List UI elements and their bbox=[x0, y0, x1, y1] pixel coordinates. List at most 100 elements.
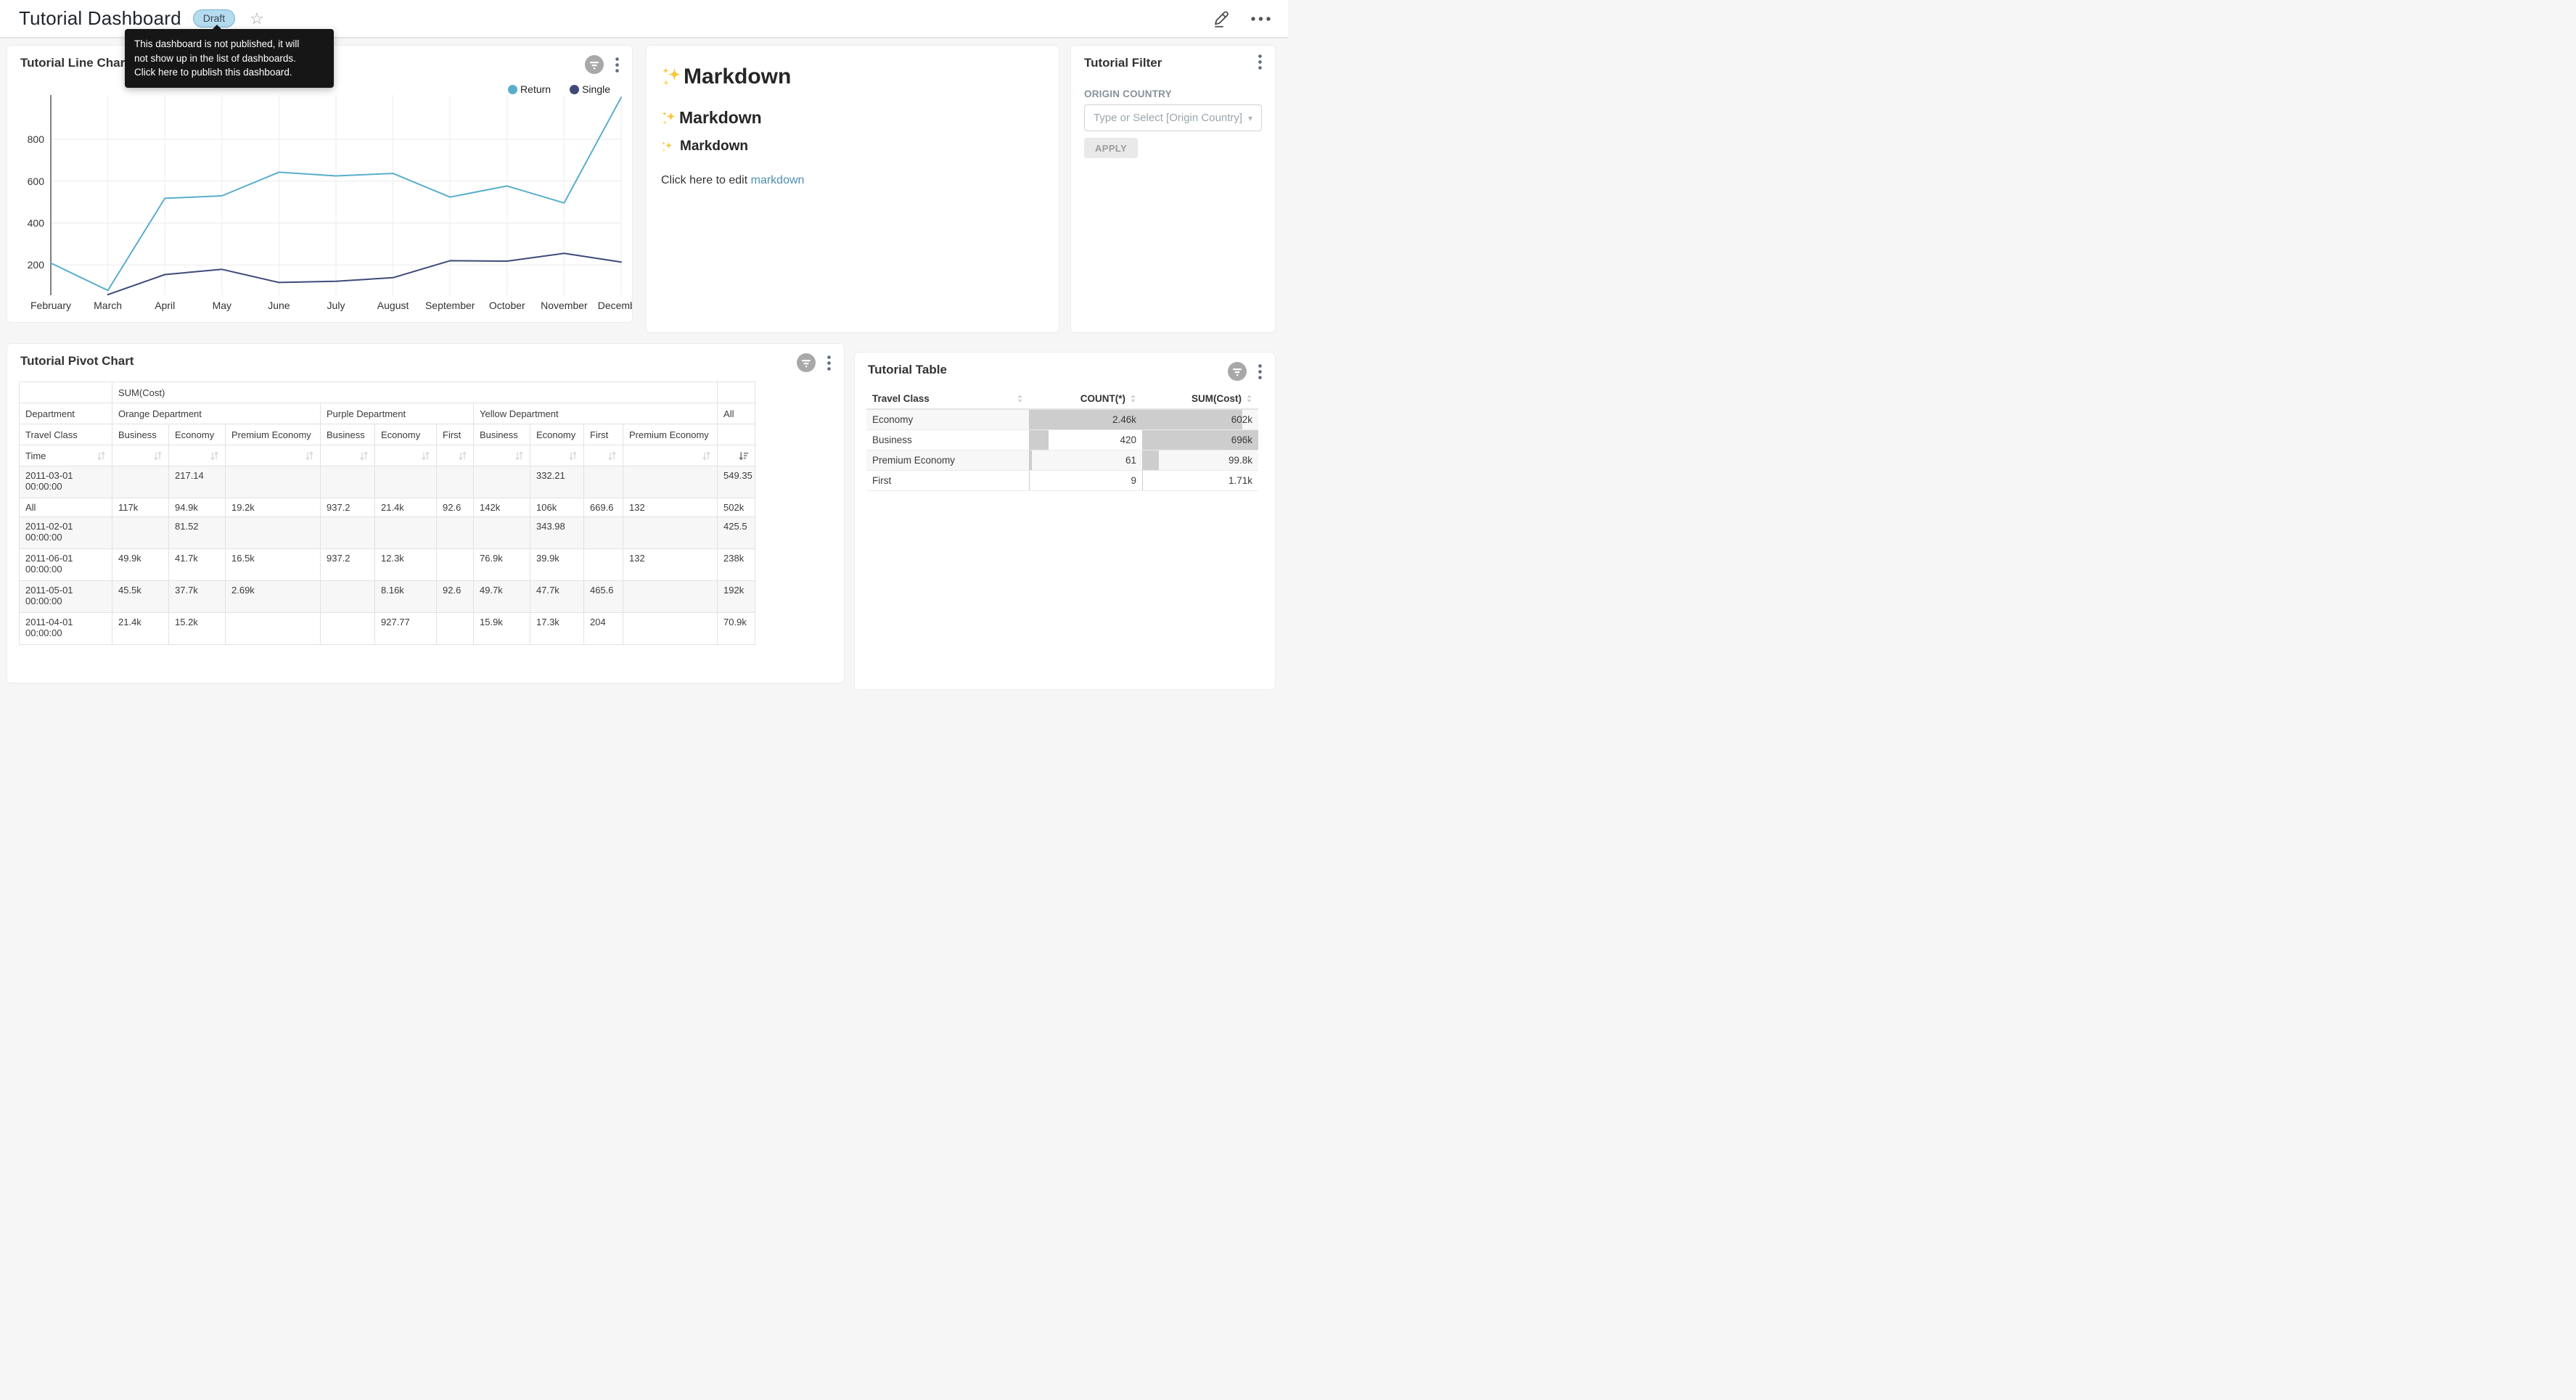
sort-icon[interactable] bbox=[210, 451, 219, 461]
value-bar bbox=[1029, 430, 1049, 450]
legend-item-single[interactable]: Single bbox=[570, 83, 610, 95]
pivot-cell bbox=[623, 613, 718, 645]
table-row: Premium Economy6199.8k bbox=[866, 450, 1258, 470]
pivot-sort-cell bbox=[530, 445, 584, 466]
tooltip-line: Click here to publish this dashboard. bbox=[134, 65, 324, 80]
pivot-cell bbox=[623, 466, 718, 498]
y-axis-label: 800 bbox=[28, 133, 45, 145]
sparkles-icon bbox=[661, 110, 677, 126]
pivot-cell bbox=[474, 517, 530, 549]
apply-button[interactable]: APPLY bbox=[1084, 138, 1138, 158]
sort-icon[interactable] bbox=[607, 451, 617, 461]
pivot-cell: 465.6 bbox=[584, 581, 623, 613]
sort-icon[interactable] bbox=[568, 451, 578, 461]
sort-icon[interactable] bbox=[97, 451, 106, 461]
pivot-cell bbox=[623, 581, 718, 613]
sort-icon[interactable] bbox=[702, 451, 711, 461]
markdown-edit-link[interactable]: markdown bbox=[751, 174, 805, 186]
column-header-travel-class[interactable]: Travel Class bbox=[866, 389, 1029, 409]
pivot-cell: 502k bbox=[718, 498, 755, 517]
x-axis-label: July bbox=[327, 300, 345, 311]
pivot-cell bbox=[437, 613, 474, 645]
pivot-cell bbox=[321, 581, 375, 613]
pivot-cell bbox=[437, 466, 474, 498]
pivot-header-cell: Business bbox=[474, 424, 530, 445]
kebab-menu-icon[interactable] bbox=[1258, 54, 1262, 70]
cell-travel-class: First bbox=[866, 470, 1029, 490]
sparkles-icon bbox=[661, 66, 683, 88]
edit-pencil-icon[interactable] bbox=[1213, 9, 1231, 28]
sort-icon[interactable] bbox=[514, 451, 524, 461]
pivot-cell: 94.9k bbox=[169, 498, 226, 517]
pivot-cell: 343.98 bbox=[530, 517, 584, 549]
table-row: Economy2.46k602k bbox=[866, 409, 1258, 429]
filter-indicator-icon[interactable] bbox=[796, 353, 816, 373]
pivot-row: 2011-02-0100:00:0081.52343.98425.5 bbox=[20, 517, 755, 549]
pivot-cell: 70.9k bbox=[718, 613, 755, 645]
y-axis-label: 600 bbox=[28, 176, 45, 187]
column-header-sum-cost[interactable]: SUM(Cost) bbox=[1142, 389, 1258, 409]
sort-caret-icon[interactable] bbox=[1017, 394, 1023, 403]
pivot-cell: 669.6 bbox=[584, 498, 623, 517]
panel-title: Tutorial Filter bbox=[1084, 56, 1162, 70]
value-bar bbox=[1029, 471, 1030, 490]
value-bar bbox=[1142, 410, 1242, 429]
markdown-h1-text: Markdown bbox=[684, 65, 791, 89]
sort-icon[interactable] bbox=[421, 451, 430, 461]
ellipsis-icon[interactable] bbox=[1251, 17, 1271, 21]
kebab-menu-icon[interactable] bbox=[827, 355, 831, 371]
markdown-paragraph: Click here to edit markdown bbox=[661, 174, 1044, 187]
pivot-cell: 132 bbox=[623, 498, 718, 517]
pivot-metric-header: SUM(Cost) bbox=[112, 382, 718, 403]
chevron-down-icon: ▾ bbox=[1244, 113, 1252, 123]
pivot-cell: 37.7k bbox=[169, 581, 226, 613]
pivot-sort-cell bbox=[169, 445, 226, 466]
pivot-cell: 15.9k bbox=[474, 613, 530, 645]
table-row: Business420696k bbox=[866, 429, 1258, 450]
sort-desc-icon[interactable] bbox=[738, 451, 749, 461]
chart-legend: Return Single bbox=[508, 83, 610, 95]
sort-icon[interactable] bbox=[359, 451, 369, 461]
kebab-menu-icon[interactable] bbox=[1258, 364, 1262, 379]
origin-country-select[interactable]: Type or Select [Origin Country] ▾ bbox=[1084, 104, 1262, 131]
pivot-row-label: 2011-04-0100:00:00 bbox=[20, 613, 112, 645]
pivot-sort-cell bbox=[718, 445, 755, 466]
pivot-cell: 92.6 bbox=[437, 498, 474, 517]
sort-caret-icon[interactable] bbox=[1246, 394, 1252, 403]
pivot-row: 2011-03-0100:00:00217.14332.21549.35 bbox=[20, 466, 755, 498]
cell-travel-class: Business bbox=[866, 429, 1029, 450]
pivot-sort-cell bbox=[623, 445, 718, 466]
cell-count: 2.46k bbox=[1029, 409, 1142, 429]
sparkles-icon bbox=[661, 141, 673, 153]
filter-indicator-icon[interactable] bbox=[1227, 361, 1247, 382]
pivot-cell: 15.2k bbox=[169, 613, 226, 645]
legend-item-return[interactable]: Return bbox=[508, 83, 551, 95]
pivot-cell: 117k bbox=[112, 498, 169, 517]
pivot-sort-cell bbox=[474, 445, 530, 466]
pivot-cell bbox=[112, 466, 169, 498]
sort-caret-icon[interactable] bbox=[1130, 394, 1136, 403]
panel-markdown: Markdown Markdown Markdown Click here to… bbox=[646, 45, 1059, 333]
sort-icon[interactable] bbox=[305, 451, 314, 461]
pivot-cell: 937.2 bbox=[321, 549, 375, 581]
panel-title: Tutorial Table bbox=[868, 363, 947, 377]
x-axis-label: October bbox=[489, 300, 525, 311]
pivot-row-label: 2011-05-0100:00:00 bbox=[20, 581, 112, 613]
pivot-header-cell: Business bbox=[112, 424, 169, 445]
panel-title: Tutorial Pivot Chart bbox=[20, 354, 134, 368]
sort-icon[interactable] bbox=[458, 451, 467, 461]
column-header-count[interactable]: COUNT(*) bbox=[1029, 389, 1142, 409]
pivot-row-label: 2011-03-0100:00:00 bbox=[20, 466, 112, 498]
pivot-cell: 204 bbox=[584, 613, 623, 645]
series-line-single bbox=[108, 253, 621, 295]
pivot-cell bbox=[321, 613, 375, 645]
pivot-row: 2011-05-0100:00:0045.5k37.7k2.69k8.16k92… bbox=[20, 581, 755, 613]
pivot-header-cell: Premium Economy bbox=[623, 424, 718, 445]
pivot-cell: 41.7k bbox=[169, 549, 226, 581]
star-icon[interactable]: ☆ bbox=[250, 11, 264, 27]
pivot-cell: 2.69k bbox=[226, 581, 321, 613]
pivot-cell bbox=[623, 517, 718, 549]
pivot-table: SUM(Cost)DepartmentOrange DepartmentPurp… bbox=[19, 382, 755, 645]
sort-icon[interactable] bbox=[153, 451, 163, 461]
pivot-cell: 39.9k bbox=[530, 549, 584, 581]
